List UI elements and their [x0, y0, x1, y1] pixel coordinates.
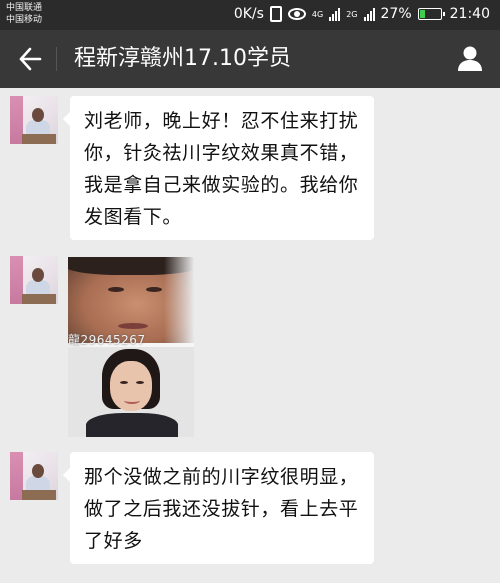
carrier-1: 中国联通	[6, 3, 43, 13]
message-text: 刘老师，晚上好！忍不住来打扰你，针灸祛川字纹效果真不错，我是拿自己来做实验的。我…	[84, 110, 359, 228]
image-watermark: 龍29645267	[68, 333, 146, 347]
signal-1-icon	[329, 7, 341, 21]
nav-divider	[56, 47, 57, 71]
contact-info-button[interactable]	[456, 44, 484, 72]
carrier-labels: 中国联通 中国移动	[6, 2, 42, 26]
person-icon	[458, 46, 482, 71]
battery-icon	[417, 8, 445, 20]
network-type-1: 4G	[311, 9, 324, 19]
status-bar: 中国联通 中国移动 0K/s 4G 2G 27% 21:40	[0, 0, 500, 30]
chat-header: 程新淳赣州17.10学员	[0, 30, 500, 88]
signal-2-icon	[363, 7, 375, 21]
clock: 21:40	[449, 6, 490, 22]
network-type-2: 2G	[346, 9, 358, 19]
message-bubble[interactable]: 那个没做之前的川字纹很明显，做了之后我还没拔针，看上去平了好多	[63, 452, 374, 564]
carrier-2: 中国移动	[6, 15, 43, 25]
back-button[interactable]	[18, 46, 42, 72]
message-bubble[interactable]: 刘老师，晚上好！忍不住来打扰你，针灸祛川字纹效果真不错，我是拿自己来做实验的。我…	[63, 96, 374, 240]
battery-percent: 27%	[380, 6, 412, 22]
status-indicators: 0K/s 4G 2G 27% 21:40	[234, 6, 490, 22]
image-message[interactable]: 龍29645267	[68, 257, 194, 437]
network-speed: 0K/s	[233, 6, 264, 22]
vibrate-icon	[269, 6, 282, 22]
sender-avatar[interactable]	[10, 256, 58, 304]
chat-title: 程新淳赣州17.10学员	[74, 46, 291, 71]
sender-avatar[interactable]	[10, 452, 58, 500]
message-text: 那个没做之前的川字纹很明显，做了之后我还没拔针，看上去平了好多	[84, 466, 359, 552]
back-arrow-icon	[19, 47, 42, 71]
after-photo	[68, 347, 194, 437]
before-photo	[68, 257, 194, 343]
sender-avatar[interactable]	[10, 96, 58, 144]
battery-fill	[419, 10, 425, 18]
eye-comfort-icon	[287, 8, 306, 20]
